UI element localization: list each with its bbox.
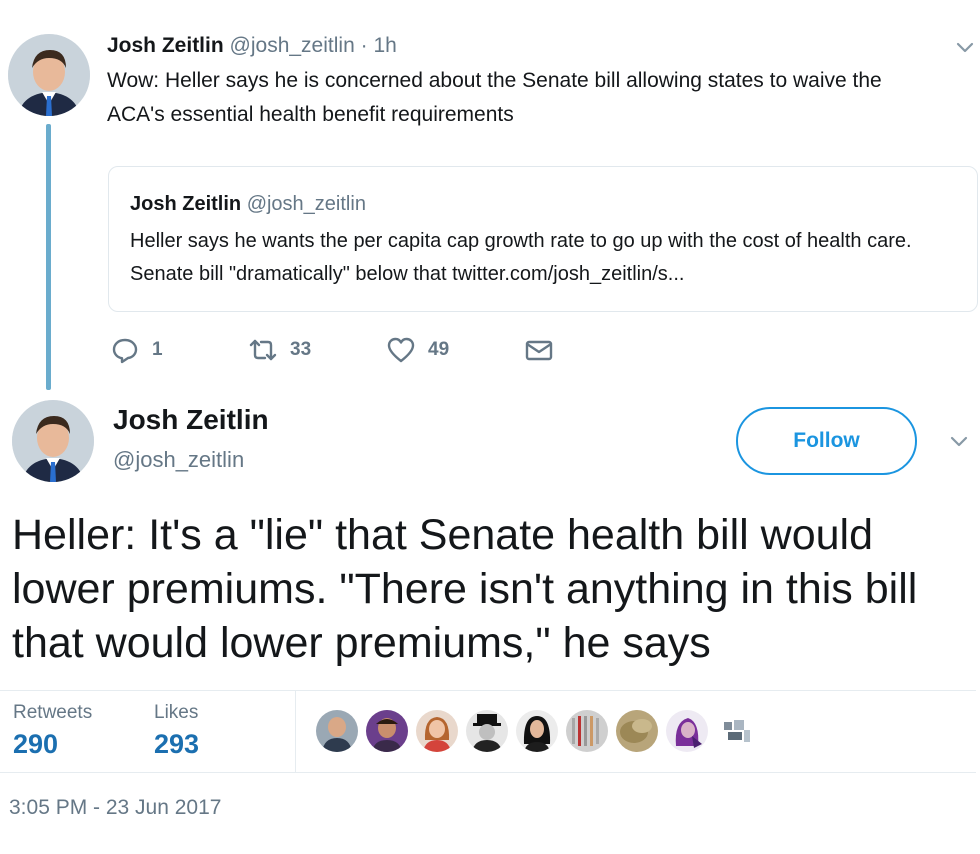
quoted-tweet-author-name: Josh Zeitlin	[130, 193, 242, 215]
liker-avatar[interactable]	[516, 710, 558, 752]
liker-avatar[interactable]	[366, 710, 408, 752]
retweets-label[interactable]: Retweets	[13, 702, 92, 724]
retweets-count[interactable]: 290	[13, 729, 58, 760]
quoted-tweet-text: Heller says he wants the per capita cap …	[130, 230, 912, 285]
thread-tweet-time[interactable]: 1h	[373, 34, 396, 57]
main-tweet-author-handle[interactable]: @josh_zeitlin	[113, 447, 244, 473]
thread-tweet-header: Josh Zeitlin @josh_zeitlin · 1h	[107, 34, 397, 58]
avatar-main-tweet[interactable]	[12, 400, 94, 482]
avatar-thread-tweet[interactable]	[8, 34, 90, 116]
heart-icon	[386, 335, 416, 365]
thread-tweet-text: Wow: Heller says he is concerned about t…	[107, 69, 882, 126]
thread-connector-line	[46, 124, 51, 390]
follow-button[interactable]: Follow	[736, 407, 917, 475]
envelope-icon	[524, 335, 554, 365]
like-action[interactable]: 49	[386, 334, 449, 366]
liker-avatar[interactable]	[316, 710, 358, 752]
retweet-action[interactable]: 33	[248, 334, 311, 366]
liker-avatar[interactable]	[616, 710, 658, 752]
reply-count: 1	[152, 339, 163, 360]
thread-tweet-author-handle[interactable]: @josh_zeitlin	[230, 34, 355, 57]
quoted-tweet-header: Josh Zeitlin @josh_zeitlin	[130, 193, 366, 216]
main-tweet-author-name[interactable]: Josh Zeitlin	[113, 404, 269, 436]
retweet-count: 33	[290, 339, 312, 360]
chevron-down-icon[interactable]	[948, 430, 970, 452]
reply-icon	[110, 335, 140, 365]
stats-bottom-divider	[0, 772, 976, 773]
main-tweet-text: Heller: It's a "lie" that Senate health …	[12, 511, 918, 667]
reply-action[interactable]: 1	[110, 334, 163, 366]
chevron-down-icon[interactable]	[954, 36, 976, 58]
liker-avatar[interactable]	[666, 710, 708, 752]
likes-label[interactable]: Likes	[154, 702, 198, 724]
like-count: 49	[428, 339, 450, 360]
direct-message-action[interactable]	[524, 334, 566, 366]
liker-avatar[interactable]	[716, 710, 758, 752]
stats-top-divider	[0, 690, 976, 691]
liker-avatar[interactable]	[566, 710, 608, 752]
liker-avatar[interactable]	[466, 710, 508, 752]
likes-count[interactable]: 293	[154, 729, 199, 760]
thread-tweet-author-name[interactable]: Josh Zeitlin	[107, 34, 224, 57]
tweet-timestamp[interactable]: 3:05 PM - 23 Jun 2017	[9, 796, 221, 820]
quoted-tweet-card[interactable]: Josh Zeitlin @josh_zeitlin Heller says h…	[108, 166, 978, 312]
retweet-icon	[248, 335, 278, 365]
quoted-tweet-author-handle: @josh_zeitlin	[246, 193, 366, 215]
stats-vertical-divider	[295, 691, 296, 772]
header-separator: ·	[360, 34, 368, 57]
liker-avatar[interactable]	[416, 710, 458, 752]
